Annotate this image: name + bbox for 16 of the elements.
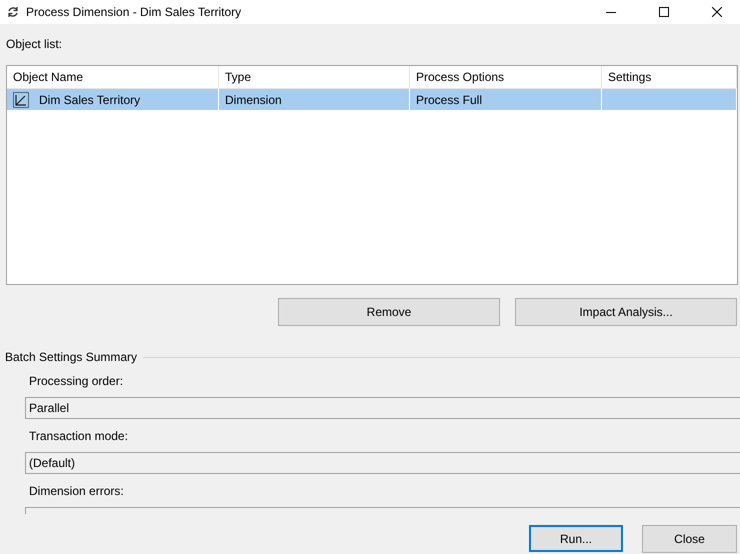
- input-field[interactable]: Parallel: [25, 397, 740, 419]
- table-row[interactable]: Dim Sales Territory Dimension Process Full: [7, 88, 737, 110]
- input-field[interactable]: (Default): [25, 452, 740, 474]
- table-cell: Dimension: [225, 93, 282, 107]
- table-cell: Dim Sales Territory: [39, 93, 140, 107]
- impact-analysis-button[interactable]: Impact Analysis...: [515, 298, 737, 326]
- field-label: Transaction mode:: [29, 429, 129, 443]
- field-label: Dimension errors:: [29, 484, 125, 498]
- run-button[interactable]: Run...: [529, 525, 623, 552]
- object-list-label: Object list:: [6, 37, 64, 51]
- field-label: Processing order:: [29, 374, 124, 388]
- remove-button[interactable]: Remove: [278, 298, 500, 326]
- table-cell: Process Full: [416, 93, 482, 107]
- group-title: Batch Settings Summary: [5, 350, 138, 364]
- close-button[interactable]: Close: [642, 525, 737, 553]
- window-title: Process Dimension - Dim Sales Territory: [26, 5, 242, 19]
